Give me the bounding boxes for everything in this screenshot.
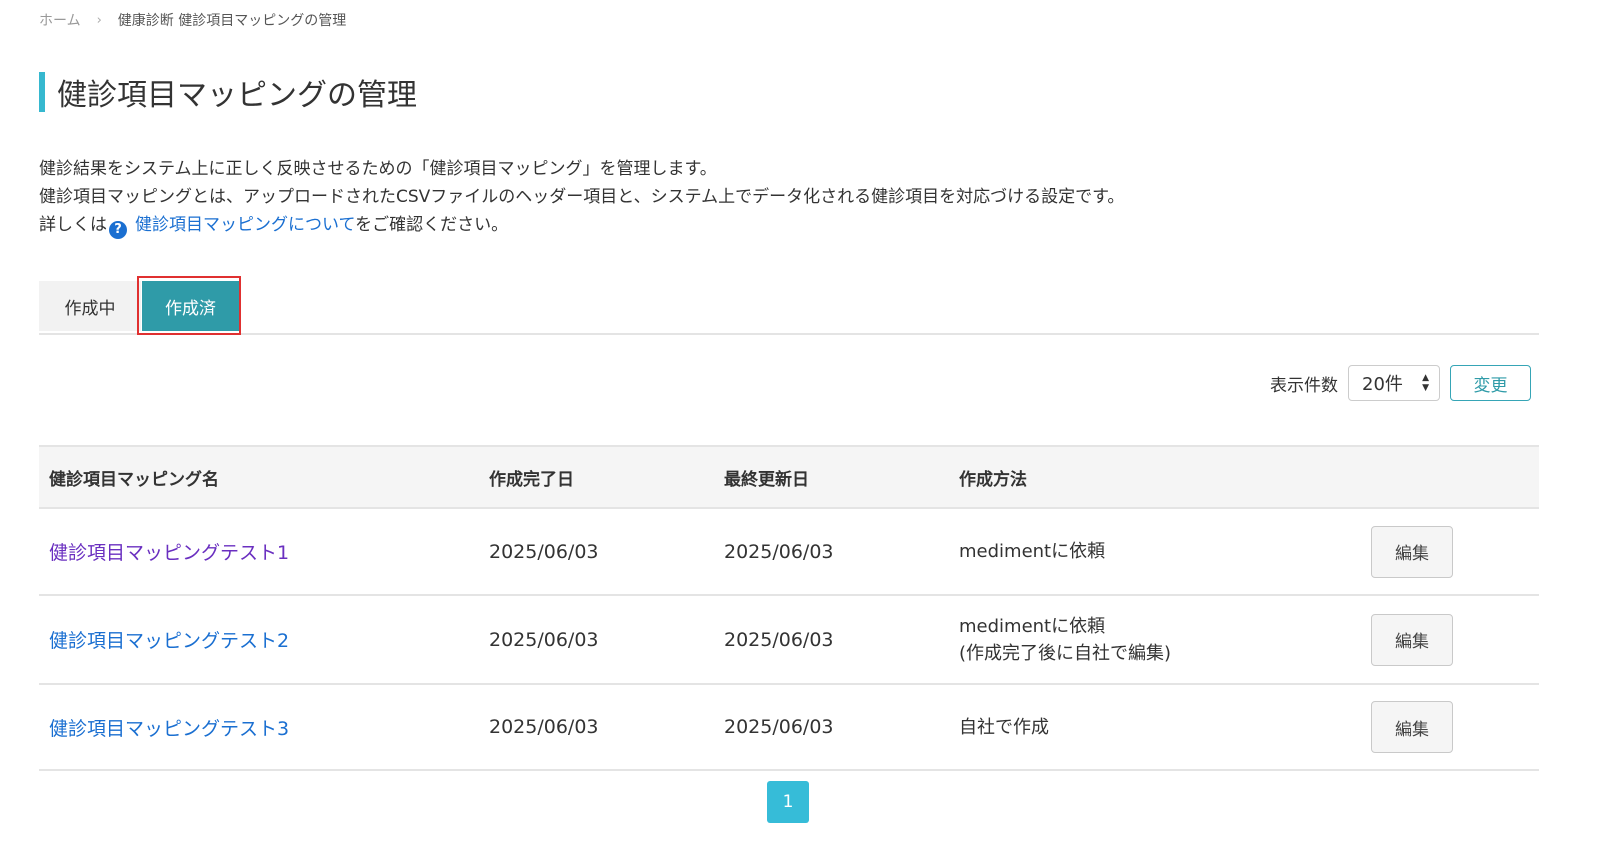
edit-button[interactable]: 編集 bbox=[1371, 525, 1453, 578]
mapping-table: 健診項目マッピング名 作成完了日 最終更新日 作成方法 健診項目マッピングテスト… bbox=[39, 445, 1539, 771]
description-prefix: 詳しくは bbox=[39, 215, 107, 235]
creation-method: medimentに依頼 bbox=[959, 509, 1105, 594]
header-name: 健診項目マッピング名 bbox=[49, 469, 219, 490]
description-line-2: 健診項目マッピングとは、アップロードされたCSVファイルのヘッダー項目と、システ… bbox=[39, 187, 1125, 207]
breadcrumb: ホーム › 健康診断 健診項目マッピングの管理 bbox=[39, 10, 346, 30]
header-completed-date: 作成完了日 bbox=[489, 469, 574, 490]
per-page-label: 表示件数 bbox=[1270, 375, 1338, 396]
method-line: 自社で作成 bbox=[959, 716, 1049, 738]
breadcrumb-home-link[interactable]: ホーム bbox=[39, 10, 81, 30]
breadcrumb-current: 健康診断 健診項目マッピングの管理 bbox=[117, 13, 347, 29]
header-method: 作成方法 bbox=[959, 469, 1027, 490]
completed-date: 2025/06/03 bbox=[489, 628, 599, 651]
description-line-1: 健診結果をシステム上に正しく反映させるための「健診項目マッピング」を管理します。 bbox=[39, 159, 717, 179]
table-row: 健診項目マッピングテスト2 2025/06/03 2025/06/03 medi… bbox=[39, 596, 1539, 685]
tab-completed[interactable]: 作成済 bbox=[142, 281, 239, 331]
per-page-control: 表示件数 20件 ▲ ▼ 変更 bbox=[1270, 365, 1531, 401]
mapping-name-link[interactable]: 健診項目マッピングテスト3 bbox=[49, 714, 289, 741]
mapping-name-link[interactable]: 健診項目マッピングテスト2 bbox=[49, 626, 289, 653]
select-arrows-icon: ▲ ▼ bbox=[1422, 373, 1429, 393]
creation-method: 自社で作成 bbox=[959, 685, 1049, 769]
mapping-name-link[interactable]: 健診項目マッピングテスト1 bbox=[49, 538, 289, 565]
edit-button[interactable]: 編集 bbox=[1371, 613, 1453, 666]
chevron-right-icon: › bbox=[96, 12, 102, 28]
table-row: 健診項目マッピングテスト1 2025/06/03 2025/06/03 medi… bbox=[39, 509, 1539, 596]
mapping-help-link[interactable]: 健診項目マッピングについて bbox=[135, 215, 355, 235]
help-icon: ? bbox=[109, 221, 127, 239]
method-line: medimentに依頼 bbox=[959, 615, 1106, 637]
updated-date: 2025/06/03 bbox=[724, 540, 834, 563]
method-line: medimentに依頼 bbox=[959, 541, 1106, 562]
tab-creating[interactable]: 作成中 bbox=[39, 281, 141, 331]
table-row: 健診項目マッピングテスト3 2025/06/03 2025/06/03 自社で作… bbox=[39, 685, 1539, 771]
pagination-page-1[interactable]: 1 bbox=[767, 781, 809, 823]
change-button[interactable]: 変更 bbox=[1450, 365, 1531, 401]
description-suffix: をご確認ください。 bbox=[355, 215, 509, 235]
page-title: 健診項目マッピングの管理 bbox=[39, 72, 417, 113]
page-description: 健診結果をシステム上に正しく反映させるための「健診項目マッピング」を管理します。… bbox=[39, 155, 1124, 239]
header-updated-date: 最終更新日 bbox=[724, 469, 809, 490]
updated-date: 2025/06/03 bbox=[724, 628, 834, 651]
edit-button[interactable]: 編集 bbox=[1371, 701, 1453, 753]
per-page-value: 20件 bbox=[1362, 374, 1403, 395]
description-line-3: 詳しくは? 健診項目マッピングについてをご確認ください。 bbox=[39, 211, 1124, 239]
completed-date: 2025/06/03 bbox=[489, 540, 599, 563]
title-accent-bar bbox=[39, 72, 45, 112]
status-tabs: 作成中 作成済 bbox=[39, 281, 1539, 335]
completed-date: 2025/06/03 bbox=[489, 716, 599, 738]
table-header: 健診項目マッピング名 作成完了日 最終更新日 作成方法 bbox=[39, 447, 1539, 509]
page-title-text: 健診項目マッピングの管理 bbox=[57, 78, 417, 113]
updated-date: 2025/06/03 bbox=[724, 716, 834, 738]
per-page-select[interactable]: 20件 ▲ ▼ bbox=[1348, 365, 1440, 401]
creation-method: medimentに依頼 (作成完了後に自社で編集) bbox=[959, 596, 1171, 683]
method-line: (作成完了後に自社で編集) bbox=[959, 642, 1172, 664]
